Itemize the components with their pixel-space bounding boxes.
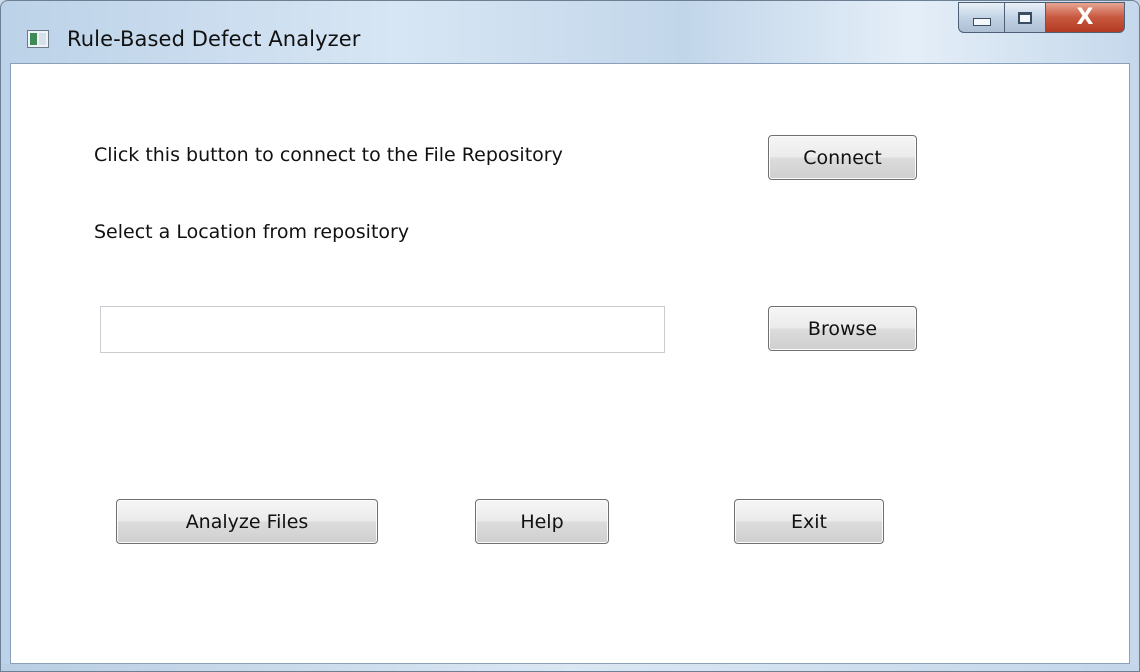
- close-button[interactable]: X: [1045, 2, 1125, 33]
- close-icon: X: [1076, 4, 1094, 30]
- minimize-button[interactable]: [958, 2, 1004, 33]
- caption-buttons: X: [958, 2, 1125, 33]
- app-window: Rule-Based Defect Analyzer X Click this …: [0, 0, 1140, 672]
- connect-button[interactable]: Connect: [768, 135, 917, 180]
- connect-prompt: Click this button to connect to the File…: [94, 144, 563, 166]
- exit-button[interactable]: Exit: [734, 499, 884, 544]
- minimize-icon: [972, 17, 991, 26]
- maximize-icon: [1018, 11, 1032, 24]
- location-field[interactable]: [100, 306, 665, 353]
- app-window-icon[interactable]: [27, 30, 49, 48]
- analyze-files-button[interactable]: Analyze Files: [116, 499, 378, 544]
- window-bottom-frame[interactable]: [1, 664, 1139, 671]
- browse-button[interactable]: Browse: [768, 306, 917, 351]
- location-prompt: Select a Location from repository: [94, 221, 410, 243]
- client-area: Click this button to connect to the File…: [10, 63, 1130, 664]
- window-title: Rule-Based Defect Analyzer: [67, 27, 361, 51]
- help-button[interactable]: Help: [475, 499, 609, 544]
- title-bar[interactable]: Rule-Based Defect Analyzer X: [1, 1, 1139, 63]
- maximize-button[interactable]: [1004, 2, 1045, 33]
